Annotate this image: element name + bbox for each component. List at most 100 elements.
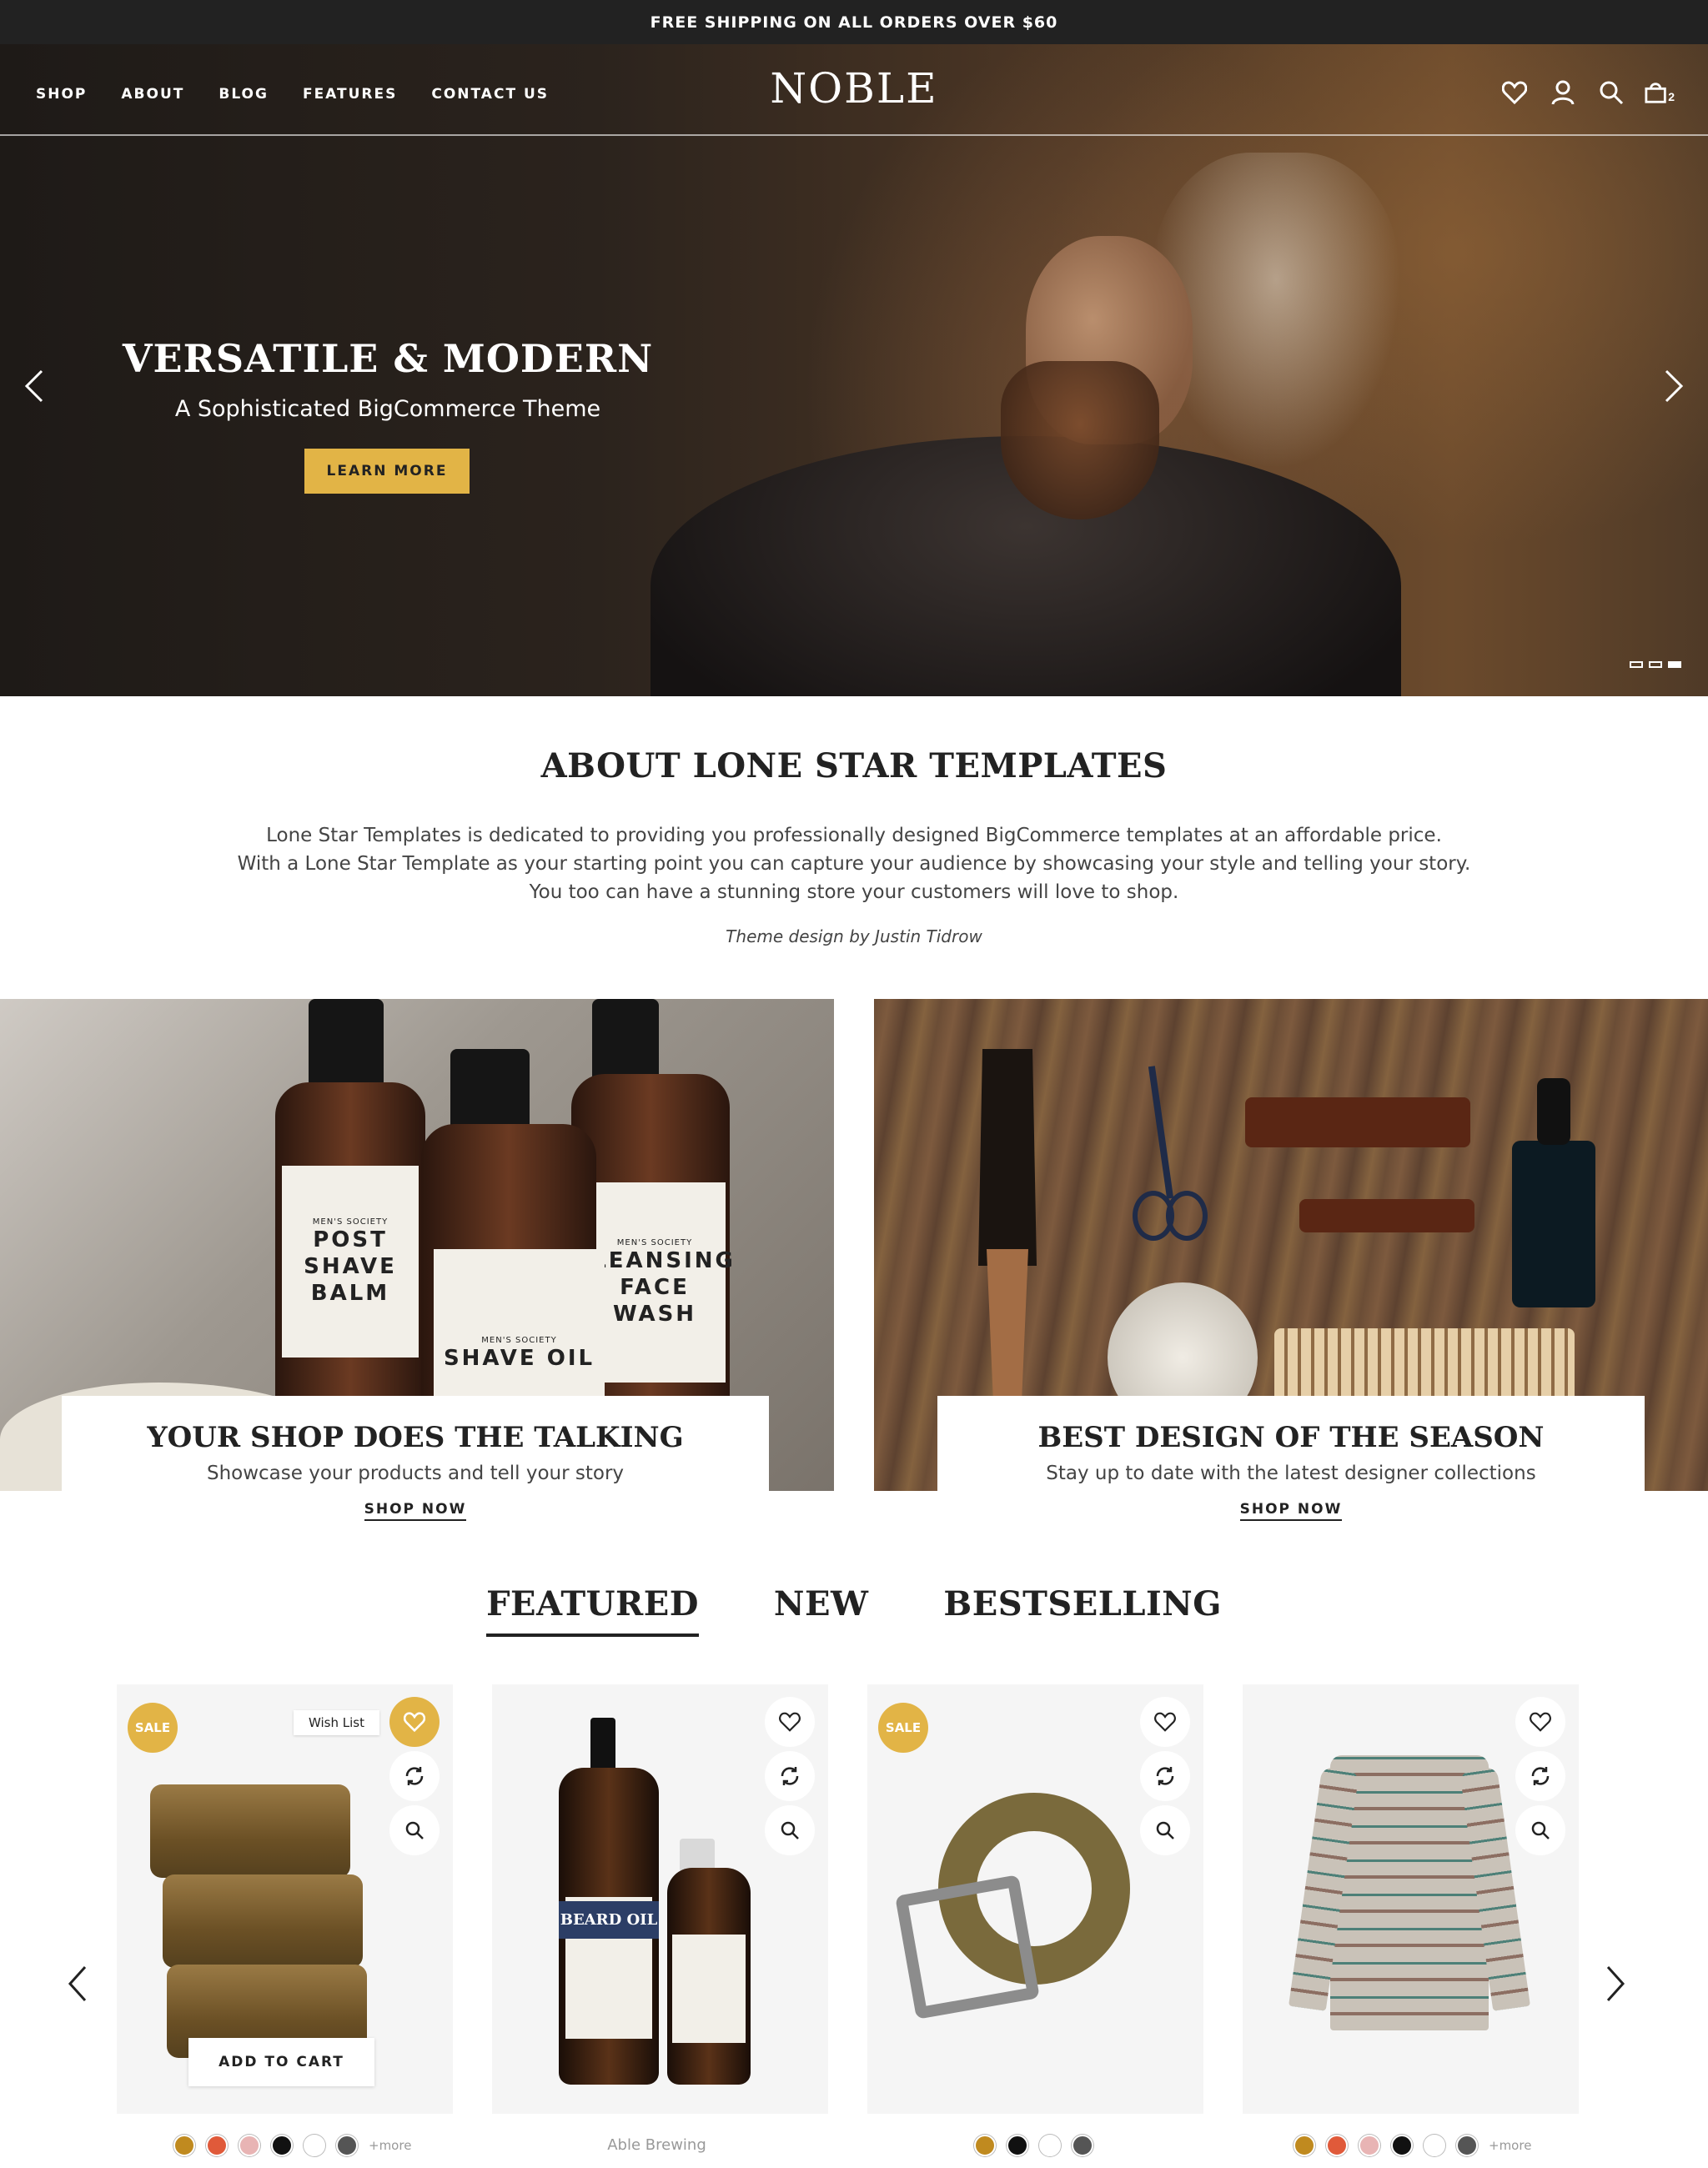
color-swatch[interactable] (1326, 2135, 1348, 2156)
heart-icon (1154, 1712, 1176, 1732)
color-swatch[interactable] (1039, 2135, 1061, 2156)
compare-button[interactable] (1140, 1751, 1190, 1801)
quick-view-button[interactable] (765, 1805, 815, 1855)
promo-card-left: YOUR SHOP DOES THE TALKING Showcase your… (62, 1396, 769, 1491)
main-nav: SHOP ABOUT BLOG FEATURES CONTACT US NOBL… (0, 44, 1708, 136)
oil-dropper (1537, 1078, 1570, 1145)
color-swatch[interactable] (1456, 2135, 1478, 2156)
about-line: Lone Star Templates is dedicated to prov… (266, 825, 1442, 846)
soap-image (150, 1784, 350, 1878)
chevron-left-icon[interactable] (18, 361, 52, 411)
about-text: Lone Star Templates is dedicated to prov… (0, 821, 1708, 906)
color-swatch[interactable] (1424, 2135, 1445, 2156)
slider-dot[interactable] (1630, 661, 1643, 668)
swatch-row (974, 2135, 1104, 2156)
wishlist-button[interactable] (765, 1697, 815, 1747)
bag-icon[interactable]: 2 (1645, 78, 1675, 108)
color-swatch[interactable] (206, 2135, 228, 2156)
slider-dots (1630, 661, 1681, 668)
tab-new[interactable]: NEW (774, 1584, 868, 1637)
quick-view-button[interactable] (389, 1805, 440, 1855)
bottle-label: MEN'S SOCIETY POST SHAVE BALM (282, 1166, 419, 1358)
refresh-icon (1531, 1767, 1550, 1785)
more-swatches-link[interactable]: +more (369, 2138, 411, 2153)
color-swatch[interactable] (974, 2135, 996, 2156)
bottle-cap (592, 999, 659, 1082)
search-icon (1156, 1821, 1174, 1839)
heart-icon[interactable] (1500, 78, 1530, 108)
learn-more-button[interactable]: LEARN MORE (304, 449, 470, 494)
compare-button[interactable] (389, 1751, 440, 1801)
swatch-row: +more (173, 2135, 411, 2156)
site-logo[interactable]: NOBLE (0, 64, 1708, 113)
refresh-icon (1156, 1767, 1174, 1785)
color-swatch[interactable] (1007, 2135, 1028, 2156)
quick-view-button[interactable] (1140, 1805, 1190, 1855)
bottle-label: MEN'S SOCIETY CLEANSING FACE WASH (574, 1182, 733, 1383)
bottle-label-big: POST SHAVE BALM (304, 1227, 397, 1306)
nav-icons: 2 (1481, 78, 1675, 108)
wishlist-tooltip: Wish List (294, 1710, 379, 1735)
color-swatch[interactable] (1294, 2135, 1315, 2156)
shop-now-link[interactable]: SHOP NOW (62, 1501, 769, 1521)
search-icon[interactable] (1596, 78, 1626, 108)
promo-title: BEST DESIGN OF THE SEASON (1037, 1421, 1545, 1454)
wishlist-button[interactable] (1140, 1697, 1190, 1747)
more-swatches-link[interactable]: +more (1489, 2138, 1531, 2153)
hero-title: VERSATILE & MODERN (122, 336, 654, 381)
color-swatch[interactable] (1072, 2135, 1093, 2156)
shop-now-label[interactable]: SHOP NOW (1239, 1501, 1343, 1521)
scissors-image (1166, 1191, 1208, 1241)
quick-view-button[interactable] (1515, 1805, 1565, 1855)
product-card[interactable]: SALE Wish List ADD TO CART (117, 1684, 453, 2114)
cart-count: 2 (1668, 90, 1675, 103)
shop-now-link[interactable]: SHOP NOW (937, 1501, 1645, 1521)
color-swatch[interactable] (1359, 2135, 1380, 2156)
search-icon (1531, 1821, 1550, 1839)
chevron-right-icon[interactable] (1603, 1964, 1628, 2004)
color-swatch[interactable] (336, 2135, 358, 2156)
bottle-cap (309, 999, 384, 1091)
user-icon[interactable] (1548, 78, 1578, 108)
bottle-label-small: MEN'S SOCIETY (481, 1335, 557, 1345)
shop-now-label[interactable]: SHOP NOW (364, 1501, 467, 1521)
refresh-icon (405, 1767, 424, 1785)
promo-card-right: BEST DESIGN OF THE SEASON Stay up to dat… (937, 1396, 1645, 1491)
soap-image (163, 1874, 363, 1968)
slider-dot-active[interactable] (1668, 661, 1681, 668)
color-swatch[interactable] (1391, 2135, 1413, 2156)
product-card[interactable] (1243, 1684, 1579, 2114)
announcement-text: FREE SHIPPING ON ALL ORDERS OVER $60 (650, 13, 1058, 32)
dropper-cap (680, 1839, 715, 1872)
hero-slider: SHOP ABOUT BLOG FEATURES CONTACT US NOBL… (0, 44, 1708, 696)
beard-oil-label-title: BEARD OIL (559, 1901, 659, 1939)
bottle-label-small: MEN'S SOCIETY (312, 1217, 389, 1227)
product-card[interactable]: BEARD OIL (492, 1684, 828, 2114)
color-swatch[interactable] (271, 2135, 293, 2156)
hero-image-beard (1001, 361, 1159, 519)
chevron-left-icon[interactable] (65, 1964, 90, 2004)
product-card[interactable]: SALE (867, 1684, 1203, 2114)
belt-buckle-image (895, 1874, 1040, 2020)
color-swatch[interactable] (239, 2135, 260, 2156)
color-swatch[interactable] (173, 2135, 195, 2156)
comb-image (1245, 1097, 1470, 1147)
brush-image (978, 1049, 1037, 1441)
bottle-label-big: SHAVE OIL (443, 1345, 595, 1371)
bottle-label-small: MEN'S SOCIETY (616, 1237, 693, 1247)
tab-bestselling[interactable]: BESTSELLING (943, 1584, 1222, 1637)
compare-button[interactable] (1515, 1751, 1565, 1801)
add-to-cart-button[interactable]: ADD TO CART (188, 2038, 374, 2086)
announcement-bar: FREE SHIPPING ON ALL ORDERS OVER $60 (0, 0, 1708, 44)
chevron-right-icon[interactable] (1656, 361, 1690, 411)
heart-icon (779, 1712, 801, 1732)
slider-dot[interactable] (1649, 661, 1662, 668)
tab-featured[interactable]: FEATURED (486, 1584, 699, 1637)
beard-oil-small-label (672, 1935, 746, 2043)
color-swatch[interactable] (304, 2135, 325, 2156)
sale-badge: SALE (878, 1703, 928, 1753)
wishlist-button[interactable] (1515, 1697, 1565, 1747)
wishlist-button[interactable] (389, 1697, 440, 1747)
compare-button[interactable] (765, 1751, 815, 1801)
product-brand[interactable]: Able Brewing (489, 2136, 825, 2154)
